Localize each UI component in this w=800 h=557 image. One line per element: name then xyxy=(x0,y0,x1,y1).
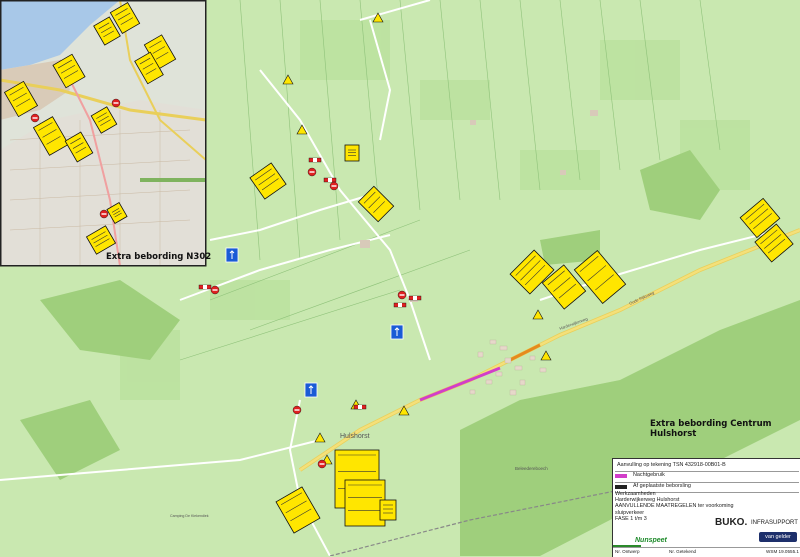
infrasupport-text: INFRASUPPORT xyxy=(751,520,798,526)
footer-mid: Nr. Getekend xyxy=(669,549,697,554)
no-entry-1-bar xyxy=(309,171,315,173)
footer-left: Nr. Ontwerp xyxy=(615,549,640,554)
label-hulshorst: Hulshorst xyxy=(340,433,370,440)
footer-right: WSM 19.0555.1 xyxy=(766,549,799,554)
barrier-1-stripe xyxy=(313,158,317,162)
nunspeet-logo: Nunspeet xyxy=(635,537,667,544)
no-entry-4-bar xyxy=(399,294,405,296)
legend-row-1: Nachtgebruik xyxy=(615,472,799,483)
barrier-3-stripe xyxy=(203,285,207,289)
inset-no-entry-2-bar xyxy=(32,117,38,119)
no-entry-5-bar xyxy=(294,409,300,411)
barrier-6-stripe xyxy=(358,405,362,409)
no-entry-6-bar xyxy=(319,463,325,465)
barrier-4-stripe xyxy=(413,296,417,300)
title-block: Aanvulling op tekening TSN 432918-00B01-… xyxy=(612,458,800,557)
no-entry-2-bar xyxy=(331,185,337,187)
label-camping: Camping De Kiekendiek xyxy=(170,514,209,518)
legend-swatch-2 xyxy=(615,485,627,489)
desc-line-3: AANVULLENDE MAATREGELEN ter voorkoming s… xyxy=(615,503,734,516)
buko-logo: BUKO. xyxy=(715,517,748,528)
title-block-header: Aanvulling op tekening TSN 432918-00B01-… xyxy=(615,460,799,472)
legend-label-2: Af geplaatste beborsling xyxy=(633,483,691,489)
board-south-2 xyxy=(344,479,386,527)
inset-no-entry-1-bar xyxy=(113,102,119,104)
title-block-line1: Aanvulling op tekening TSN 432918-00B01-… xyxy=(617,462,726,468)
barrier-5-stripe xyxy=(398,303,402,307)
van-gelder-logo: van gelder xyxy=(759,532,797,542)
centrum-label: Extra bebording Centrum Hulshorst xyxy=(650,419,772,439)
label-beleedereboech: Beleedereboech xyxy=(515,466,548,471)
inset-no-entry-3-bar xyxy=(101,213,107,215)
legend-label-1: Nachtgebruik xyxy=(633,472,665,478)
board-south-4 xyxy=(379,499,397,521)
board-north-2 xyxy=(344,144,360,162)
legend-swatch-1 xyxy=(615,474,627,478)
inset-label: Extra bebording N302 xyxy=(106,252,212,262)
barrier-2-stripe xyxy=(328,178,332,182)
no-entry-3-bar xyxy=(212,289,218,291)
